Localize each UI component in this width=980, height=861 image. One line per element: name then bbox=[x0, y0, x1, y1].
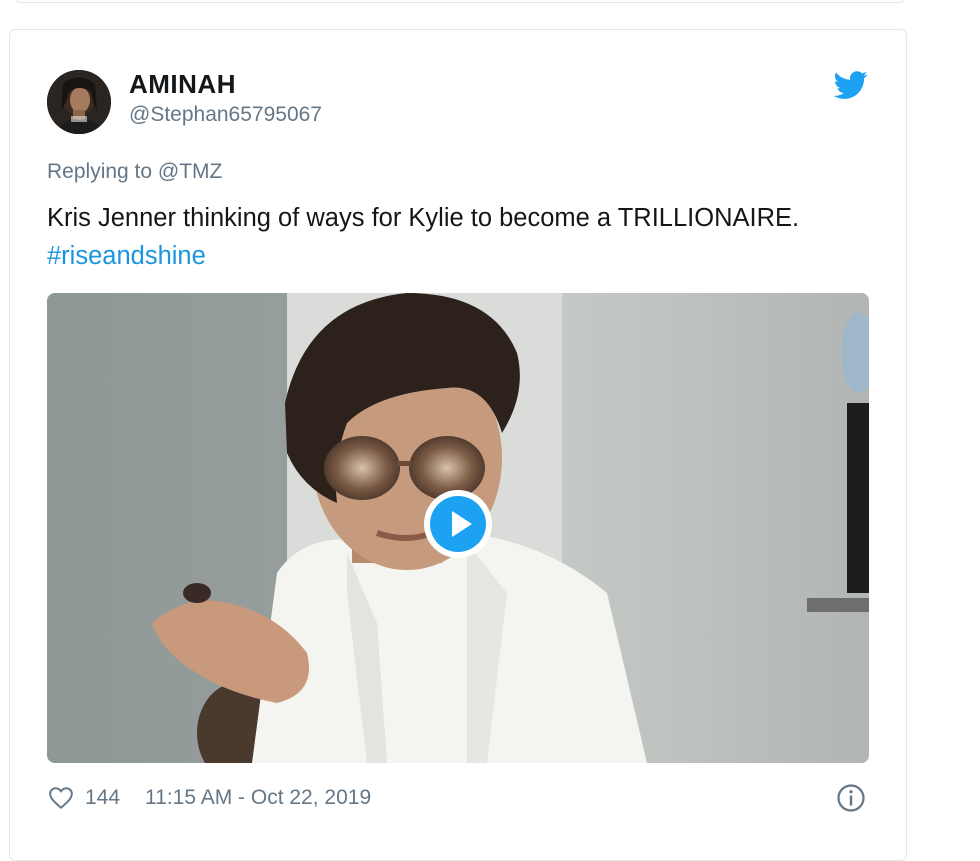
avatar[interactable] bbox=[47, 70, 111, 134]
info-icon[interactable] bbox=[836, 783, 866, 813]
twitter-bird-icon[interactable] bbox=[834, 68, 868, 102]
display-name[interactable]: AMINAH bbox=[129, 69, 236, 100]
heart-icon[interactable] bbox=[47, 785, 75, 811]
tweet-footer: 144 11:15 AM - Oct 22, 2019 bbox=[47, 783, 371, 813]
replying-prefix: Replying to bbox=[47, 160, 153, 183]
tweet-timestamp[interactable]: 11:15 AM - Oct 22, 2019 bbox=[145, 786, 371, 810]
play-button[interactable] bbox=[424, 490, 492, 558]
replying-to: Replying to @TMZ bbox=[47, 160, 222, 184]
tweet-body: Kris Jenner thinking of ways for Kylie t… bbox=[47, 204, 800, 232]
tweet-text: Kris Jenner thinking of ways for Kylie t… bbox=[47, 199, 847, 275]
video-media[interactable] bbox=[47, 293, 869, 763]
user-handle[interactable]: @Stephan65795067 bbox=[129, 103, 322, 127]
play-icon bbox=[452, 511, 472, 537]
previous-tweet-card bbox=[14, 0, 906, 3]
replying-to-link[interactable]: @TMZ bbox=[158, 160, 222, 183]
like-count: 144 bbox=[85, 786, 121, 809]
hashtag-link[interactable]: #riseandshine bbox=[47, 242, 206, 270]
avatar-image bbox=[47, 70, 111, 134]
